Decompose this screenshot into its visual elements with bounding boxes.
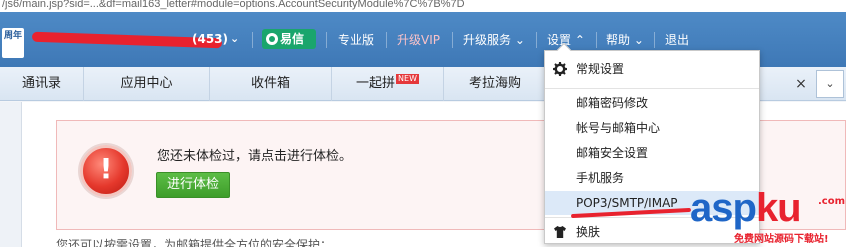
divider — [252, 32, 253, 48]
yixin-icon — [266, 33, 278, 45]
chevron-down-icon: ⌄ — [825, 77, 835, 90]
chevron-up-icon: ⌃ — [574, 33, 585, 47]
menu-item-account-center[interactable]: 帐号与邮箱中心 — [545, 116, 759, 140]
divider — [452, 32, 453, 48]
logo[interactable]: 周年 — [2, 28, 24, 58]
tab-more-button[interactable]: ⌄ — [816, 70, 844, 98]
gear-icon — [553, 62, 567, 76]
nav-upgrade-service[interactable]: 升级服务 ⌄ — [463, 31, 525, 49]
watermark-logo: aspku .com 免费网站源码下载站! — [690, 186, 846, 246]
tab-label: 通讯录 — [21, 76, 61, 91]
chevron-down-icon: ⌄ — [230, 32, 240, 45]
tab-inbox[interactable]: 收件箱 — [210, 67, 332, 101]
tab-kaola[interactable]: 考拉海购 — [444, 67, 546, 101]
tab-group-buy[interactable]: 一起拼 NEW — [332, 67, 444, 101]
menu-item-label: POP3/SMTP/IMAP — [576, 196, 678, 210]
menu-item-label: 手机服务 — [576, 171, 625, 185]
chevron-down-icon: ⌄ — [514, 33, 525, 47]
menu-item-label: 帐号与邮箱中心 — [576, 121, 661, 135]
left-sidebar — [0, 102, 22, 247]
menu-item-label: 常规设置 — [576, 62, 625, 76]
menu-item-general-settings[interactable]: 常规设置 — [545, 57, 759, 81]
divider — [326, 32, 327, 48]
menu-item-security-settings[interactable]: 邮箱安全设置 — [545, 141, 759, 165]
watermark-text: aspku — [690, 186, 802, 230]
yixin-button[interactable]: 易信 — [262, 29, 316, 49]
nav-upgrade-vip[interactable]: 升级VIP — [397, 31, 440, 49]
chevron-down-icon: ⌄ — [633, 33, 644, 47]
tab-label: 收件箱 — [250, 76, 290, 91]
account-dropdown[interactable]: (453) ⌄ — [31, 30, 242, 49]
divider — [386, 32, 387, 48]
menu-item-label: 换肤 — [576, 225, 601, 239]
nav-pro[interactable]: 专业版 — [338, 31, 374, 49]
alert-message: 您还未体检过，请点击进行体检。 — [157, 149, 353, 164]
divider — [536, 32, 537, 48]
watermark-subtitle: 免费网站源码下载站! — [734, 234, 829, 245]
tab-label: 考拉海购 — [468, 76, 521, 91]
yixin-label: 易信 — [280, 32, 305, 46]
nav-logout[interactable]: 退出 — [665, 31, 689, 49]
url-text: /js6/main.jsp?sid=...&df=mail163_letter#… — [2, 0, 465, 10]
menu-item-label: 邮箱密码修改 — [576, 96, 649, 110]
logo-text: 周年 — [3, 31, 22, 41]
nav-settings-label: 设置 — [547, 33, 572, 47]
tab-label: 应用中心 — [120, 76, 173, 91]
watermark-com: .com — [818, 196, 846, 207]
nav-help-label: 帮助 — [606, 33, 631, 47]
address-bar[interactable]: /js6/main.jsp?sid=...&df=mail163_letter#… — [0, 0, 846, 12]
menu-item-change-password[interactable]: 邮箱密码修改 — [545, 91, 759, 115]
shirt-icon — [554, 226, 566, 238]
tab-contacts[interactable]: 通讯录 — [0, 67, 84, 101]
warning-icon: ! — [80, 145, 132, 197]
divider — [596, 32, 597, 48]
divider — [654, 32, 655, 48]
new-badge: NEW — [396, 74, 419, 84]
tab-label: 一起拼 — [356, 76, 396, 91]
start-checkup-button[interactable]: 进行体检 — [156, 172, 230, 198]
nav-upgrade-service-label: 升级服务 — [463, 33, 512, 47]
menu-divider — [545, 88, 759, 89]
security-hint-text: 您还可以按需设置，为邮箱提供全方位的安全保护： — [56, 238, 333, 247]
unread-count: (453) — [192, 32, 229, 46]
watermark-ku: ku — [755, 186, 802, 230]
exclamation-mark: ! — [99, 152, 113, 185]
nav-help[interactable]: 帮助 ⌄ — [606, 31, 644, 49]
close-icon[interactable]: × — [792, 75, 810, 93]
watermark-asp: asp — [690, 186, 757, 230]
tab-app-center[interactable]: 应用中心 — [84, 67, 210, 101]
menu-item-label: 邮箱安全设置 — [576, 146, 649, 160]
